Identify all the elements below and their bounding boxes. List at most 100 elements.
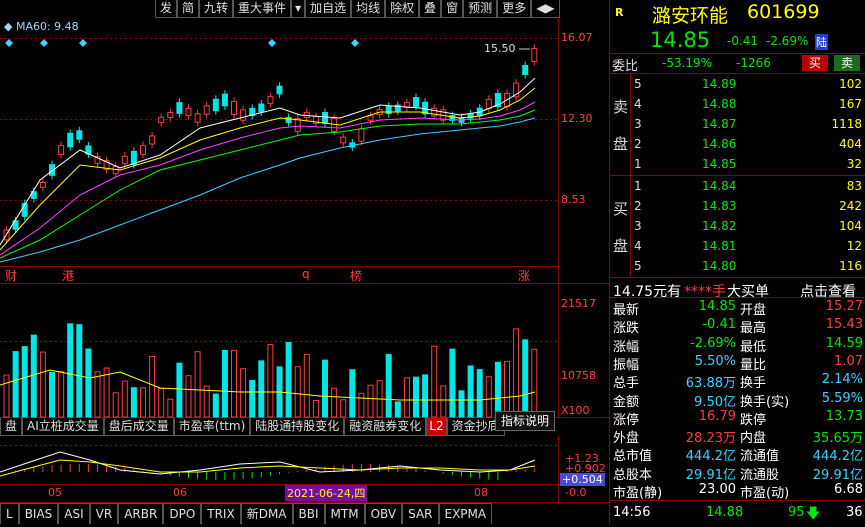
toolbar-item-3[interactable]: 重大事件 — [233, 0, 292, 18]
candlestick-chart[interactable] — [0, 0, 609, 524]
ask-row-2[interactable]: 2 14.86 404 — [610, 135, 865, 154]
candle — [121, 155, 128, 165]
indicator-tab-2[interactable]: 盘后成交量 — [103, 418, 174, 436]
sell-button[interactable]: 卖 — [834, 55, 860, 71]
toolbar-item-12[interactable]: ◀▶ — [531, 0, 560, 18]
bigorder-link[interactable]: 点击查看 — [800, 281, 856, 301]
event-marker-gang[interactable]: 港 — [62, 267, 74, 284]
bottom-tab-3[interactable]: VR — [89, 503, 119, 524]
candle — [176, 102, 183, 114]
volume-bar — [167, 398, 174, 418]
volume-bar — [21, 346, 28, 418]
ma60-legend: ◆ MA60: 9.48 — [4, 20, 79, 33]
ask-row-1[interactable]: 1 14.85 32 — [610, 155, 865, 174]
toolbar-item-4[interactable]: ▾ — [291, 0, 306, 18]
ask-row-4[interactable]: 4 14.88 167 — [610, 95, 865, 114]
volume: 167 — [839, 97, 862, 111]
bottom-tab-2[interactable]: ASI — [58, 503, 90, 524]
stat-value: 9.50亿 — [694, 394, 736, 410]
volume-bar — [413, 376, 419, 418]
bottom-tab-9[interactable]: MTM — [324, 503, 365, 524]
bottom-tab-10[interactable]: OBV — [364, 503, 403, 524]
bottom-tab-11[interactable]: SAR — [402, 503, 439, 524]
volume-bar — [403, 377, 410, 418]
bid-row-3[interactable]: 3 14.82 104 — [610, 217, 865, 236]
indicator-tab-5[interactable]: 融资融券变化 — [344, 418, 427, 436]
cursor-date-tag: 2021-06-24,四 — [285, 485, 368, 501]
indicator-help-button[interactable]: 指标说明 — [495, 411, 555, 431]
candle — [294, 118, 301, 132]
toolbar-item-8[interactable]: 叠 — [419, 0, 442, 18]
volume-bar — [185, 375, 192, 418]
toolbar-item-6[interactable]: 均线 — [351, 0, 386, 18]
candle — [39, 182, 46, 188]
volume-bar — [58, 370, 65, 418]
candle — [194, 113, 201, 123]
chart-toolbar: 发简九转 重大事件 ▾ 加自选 均线 除权叠窗预测 更多 ◀▶ — [155, 0, 609, 18]
bottom-tab-8[interactable]: BBI — [292, 503, 325, 524]
volume-bar — [513, 328, 520, 418]
bigorder-type: 大买单 — [727, 284, 769, 300]
ask-row-5[interactable]: 5 14.89 102 — [610, 75, 865, 94]
weibi-value: -53.19% — [662, 56, 713, 70]
stat-label: 流通股 — [740, 467, 780, 483]
stock-change: -0.41 — [727, 34, 759, 48]
ask-row-3[interactable]: 3 14.87 1118 — [610, 115, 865, 134]
candle — [185, 107, 192, 117]
toolbar-item-1[interactable]: 简 — [177, 0, 200, 18]
stat-value: 35.65万 — [812, 431, 863, 447]
bottom-tab-1[interactable]: BIAS — [18, 503, 59, 524]
toolbar-item-9[interactable]: 窗 — [441, 0, 464, 18]
price-axis-mid: 12.30 — [561, 112, 593, 125]
event-marker-cai[interactable]: 财 — [5, 267, 17, 284]
vol-axis-high: 21517 — [561, 297, 596, 310]
volume: 1118 — [831, 117, 862, 131]
bottom-tab-4[interactable]: ARBR — [118, 503, 164, 524]
volume-bar — [331, 387, 338, 418]
volume-bar — [49, 372, 55, 418]
event-marker-bang[interactable]: 榜 — [350, 267, 362, 284]
bottom-tab-7[interactable]: 新DMA — [240, 503, 293, 524]
indicator-tab-4[interactable]: 陆股通持股变化 — [250, 418, 345, 436]
toolbar-item-7[interactable]: 除权 — [385, 0, 420, 18]
volume-bar — [349, 369, 356, 418]
toolbar-item-2[interactable]: 九转 — [199, 0, 234, 18]
volume-bar — [94, 371, 101, 418]
kline-chart-area[interactable]: 发简九转 重大事件 ▾ 加自选 均线 除权叠窗预测 更多 ◀▶ ◆ MA60: 9.48 16… — [0, 0, 609, 524]
toolbar-item-10[interactable]: 预测 — [463, 0, 498, 18]
buy-button[interactable]: 买 — [802, 55, 828, 71]
stat-label: 金额 — [613, 394, 640, 410]
bottom-tab-5[interactable]: DPO — [163, 503, 202, 524]
indicator-tab-0[interactable]: 盘 — [0, 418, 23, 436]
stat-label: 涨幅 — [613, 339, 640, 355]
toolbar-item-11[interactable]: 更多 — [497, 0, 532, 18]
volume-bar — [522, 339, 529, 418]
toolbar-item-5[interactable]: 加自选 — [305, 0, 352, 18]
volume-bar — [340, 399, 347, 418]
volume-bar — [440, 385, 447, 418]
stat-label: 跌停 — [740, 412, 767, 428]
bottom-tab-6[interactable]: TRIX — [201, 503, 241, 524]
bid-row-4[interactable]: 4 14.81 12 — [610, 237, 865, 256]
indicator-tab-1[interactable]: AI立桩成交量 — [22, 418, 104, 436]
bid-row-2[interactable]: 2 14.83 242 — [610, 197, 865, 216]
ma20-line — [0, 101, 536, 256]
bid-row-5[interactable]: 5 14.80 116 — [610, 257, 865, 276]
stat-label: 涨跌 — [613, 321, 640, 337]
stat-value: -2.69% — [690, 335, 736, 351]
bid-row-1[interactable]: 1 14.84 83 — [610, 177, 865, 196]
indicator-tab-3[interactable]: 市盈率(ttm) — [173, 418, 251, 436]
event-marker-zhang[interactable]: 涨 — [518, 267, 530, 284]
volume-bar — [140, 387, 146, 418]
indicator-tab-6[interactable]: L2 — [426, 418, 447, 436]
tick-volume: 95 — [788, 505, 805, 520]
event-marker-q[interactable]: q — [302, 267, 310, 281]
bottom-tab-0[interactable]: L — [0, 503, 19, 524]
volume-bar — [221, 349, 228, 418]
toolbar-item-0[interactable]: 发 — [155, 0, 178, 18]
volume-bar — [176, 362, 183, 418]
stat-label: 开盘 — [740, 303, 767, 318]
volume-bar — [30, 334, 37, 418]
bottom-tab-12[interactable]: EXPMA — [438, 503, 493, 524]
stat-value: 63.88万 — [685, 376, 736, 392]
